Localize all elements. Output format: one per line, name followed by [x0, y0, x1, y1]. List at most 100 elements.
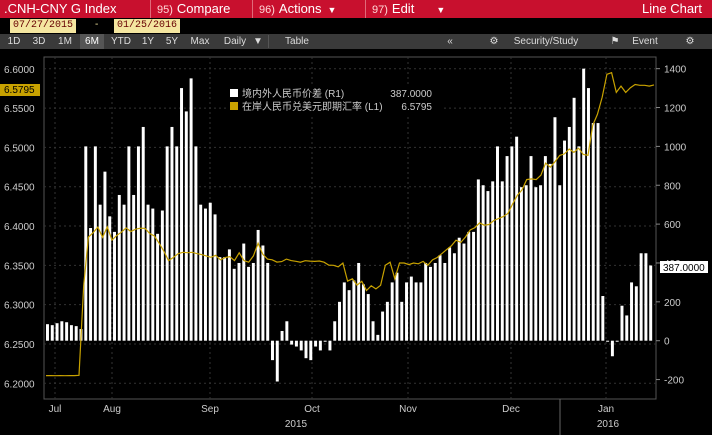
right-last-value-label: 387.0000: [663, 263, 705, 274]
x-tick-label: Jul: [49, 404, 62, 415]
bar: [481, 185, 485, 341]
bar: [352, 280, 356, 341]
bar: [65, 322, 69, 341]
bar: [314, 340, 318, 347]
legend-swatch-fx: [230, 102, 238, 110]
right-tick-label: 800: [664, 181, 681, 192]
bar: [644, 253, 648, 341]
bar: [189, 78, 193, 341]
x-tick-label: Jan: [598, 404, 614, 415]
edit-button[interactable]: 97) Edit ▼: [365, 0, 457, 18]
x-tick-label: Nov: [399, 404, 417, 415]
compare-shortcut: 95): [157, 4, 173, 16]
bar: [476, 179, 480, 341]
bar: [639, 253, 643, 341]
bar: [472, 231, 476, 341]
bar: [448, 247, 452, 341]
bar: [328, 340, 332, 351]
bar: [414, 282, 418, 341]
bar: [132, 194, 136, 341]
legend-value-fx: 6.5795: [401, 102, 432, 113]
bar: [151, 208, 155, 341]
bar: [333, 321, 337, 341]
bar: [634, 286, 638, 341]
bar: [443, 262, 447, 341]
collapse-icon[interactable]: «: [438, 34, 462, 49]
actions-label: Actions: [278, 1, 322, 16]
x-tick-label: Dec: [502, 404, 520, 415]
bar: [180, 88, 184, 341]
event-button[interactable]: Event: [626, 34, 664, 49]
bar: [60, 321, 64, 341]
bar: [457, 237, 461, 341]
period-ytd[interactable]: YTD: [108, 34, 134, 49]
right-tick-label: 600: [664, 220, 681, 231]
x-tick-label: Aug: [103, 404, 121, 415]
security-study-button[interactable]: Security/Study: [504, 34, 588, 49]
edit-label: Edit: [391, 1, 415, 16]
start-date-field[interactable]: 07/27/2015: [10, 19, 77, 33]
bar: [136, 146, 140, 341]
bar: [165, 146, 169, 341]
bar: [543, 156, 547, 341]
period-1d[interactable]: 1D: [4, 34, 24, 49]
bar: [290, 340, 294, 345]
bar: [606, 340, 610, 342]
bar: [271, 340, 274, 361]
right-axis: -2000200400600800100012001400: [656, 65, 687, 387]
compare-button[interactable]: 95) Compare: [150, 0, 247, 18]
bar: [208, 202, 212, 341]
bar: [261, 245, 265, 341]
bar: [318, 340, 322, 351]
bar: [323, 340, 327, 342]
right-tick-label: -200: [664, 376, 684, 387]
left-last-value-label: 6.5795: [4, 85, 35, 96]
bar: [630, 282, 634, 341]
date-range-bar: 07/27/2015 - 01/25/2016: [0, 18, 712, 34]
legend: 境内外人民币价差 (R1) 387.0000 在岸人民币兑美元即期汇率 (L1)…: [226, 85, 442, 115]
edit-dropdown-icon: ▼: [436, 4, 446, 15]
bar: [395, 272, 399, 341]
flag-icon[interactable]: ⚑: [608, 34, 622, 49]
actions-dropdown-icon: ▼: [327, 4, 337, 15]
period-max[interactable]: Max: [186, 34, 214, 49]
ticker-label[interactable]: .CNH-CNY G Index: [0, 0, 149, 18]
chart-area[interactable]: 6.2000 6.2500 6.3000 6.3500 6.4000 6.4500 6.50…: [0, 49, 712, 435]
bar: [419, 282, 423, 341]
bar: [237, 262, 241, 341]
bar: [338, 301, 341, 341]
actions-button[interactable]: 96) Actions ▼: [252, 0, 354, 18]
left-axis: 6.2000 6.2500 6.3000 6.3500 6.4000 6.4500 6.50…: [4, 65, 35, 390]
bar: [596, 123, 600, 341]
left-tick-label: 6.3500: [4, 261, 35, 272]
legend-value-spread: 387.0000: [390, 89, 432, 100]
studies-icon[interactable]: ⚙: [486, 34, 502, 49]
period-3d[interactable]: 3D: [28, 34, 50, 49]
settings-icon[interactable]: ⚙: [680, 34, 700, 49]
chart-type-label[interactable]: Line Chart: [642, 0, 702, 18]
bar: [299, 340, 303, 351]
bar-series: [46, 68, 653, 382]
frequency-dropdown-icon[interactable]: ▼: [252, 34, 264, 49]
bar: [500, 181, 504, 341]
bar: [620, 305, 624, 341]
table-button[interactable]: Table: [278, 34, 316, 49]
period-1m[interactable]: 1M: [54, 34, 76, 49]
toolbar-divider: [268, 35, 269, 48]
frequency-select[interactable]: Daily: [219, 34, 251, 49]
period-1y[interactable]: 1Y: [138, 34, 158, 49]
period-6m[interactable]: 6M: [80, 34, 104, 49]
compare-label: Compare: [176, 1, 231, 16]
bar: [50, 325, 54, 341]
bar: [227, 249, 231, 341]
period-5y[interactable]: 5Y: [162, 34, 182, 49]
bar: [160, 210, 164, 341]
left-tick-label: 6.3000: [4, 301, 35, 312]
bar: [304, 340, 308, 359]
legend-label-fx: 在岸人民币兑美元即期汇率 (L1): [242, 100, 383, 113]
edit-shortcut: 97): [372, 4, 388, 16]
bar: [491, 181, 495, 341]
bar: [170, 126, 174, 341]
end-date-field[interactable]: 01/25/2016: [114, 19, 181, 33]
x-axis: Jul Aug Sep Oct Nov Dec Jan 2015 2016: [49, 399, 620, 435]
